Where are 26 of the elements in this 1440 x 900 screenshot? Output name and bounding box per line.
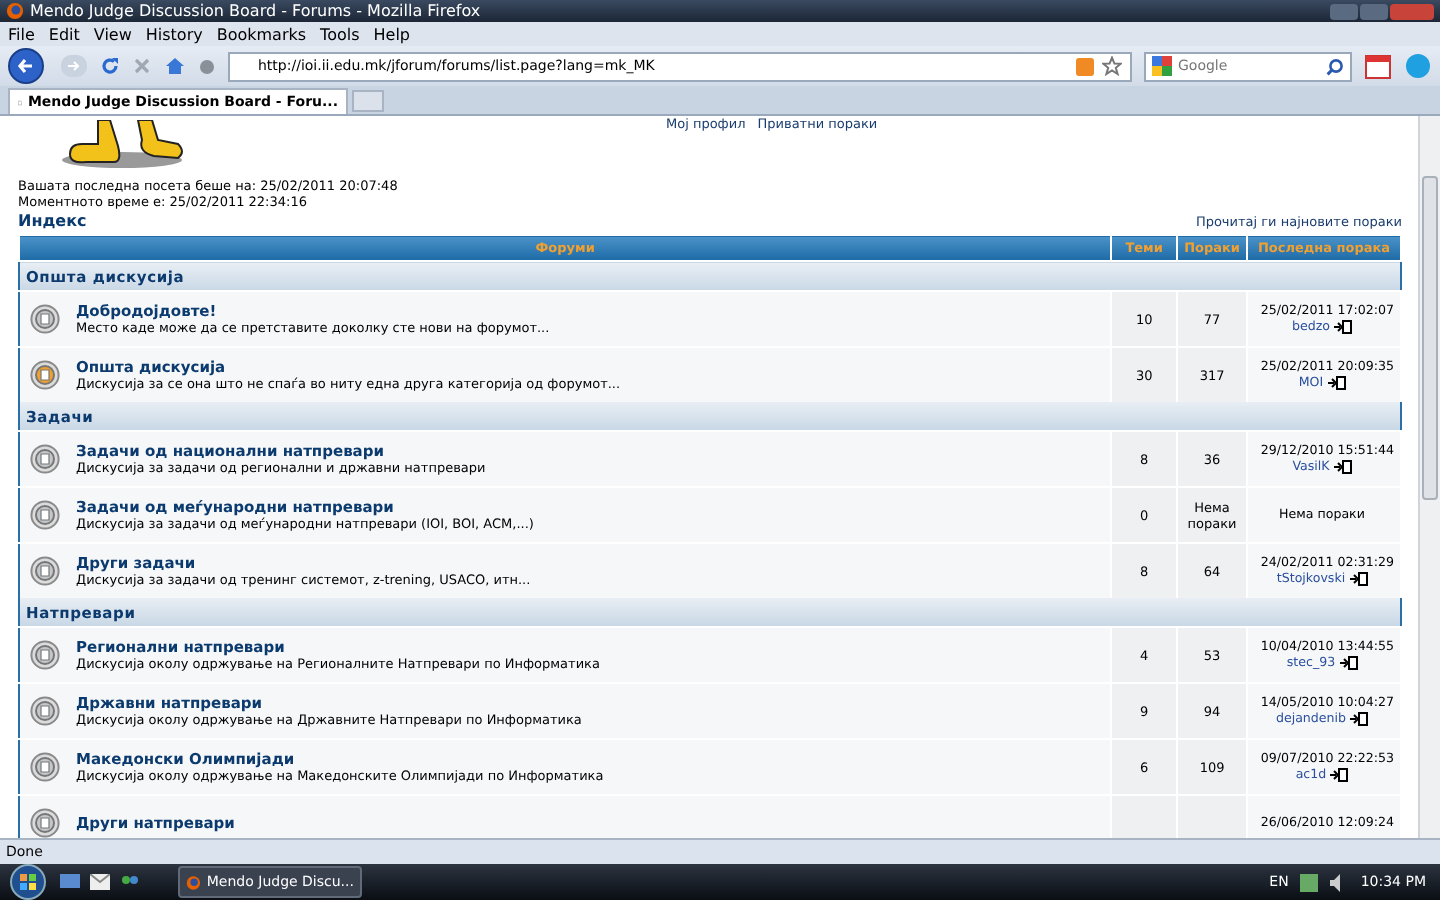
mail-icon[interactable]: [90, 874, 110, 890]
go-to-post-icon[interactable]: [1327, 376, 1346, 390]
menu-item[interactable]: View: [93, 25, 132, 43]
menu-item[interactable]: Tools: [320, 25, 360, 43]
menu-item[interactable]: Bookmarks: [216, 25, 307, 43]
go-to-post-icon[interactable]: [1330, 768, 1349, 782]
go-to-post-icon[interactable]: [1333, 460, 1352, 474]
reload-icon[interactable]: [100, 56, 120, 76]
scrollbar[interactable]: [1418, 116, 1440, 838]
go-to-post-icon[interactable]: [1334, 320, 1353, 334]
go-to-post-icon[interactable]: [1350, 712, 1369, 726]
go-to-post-icon[interactable]: [1339, 656, 1358, 670]
search-icon[interactable]: [1326, 57, 1344, 75]
calendar-icon[interactable]: [1364, 52, 1392, 80]
star-icon[interactable]: [1102, 56, 1122, 76]
breadcrumb-link[interactable]: Индекс: [18, 212, 87, 230]
go-to-post-icon[interactable]: [1349, 572, 1368, 586]
menu-item[interactable]: History: [145, 25, 203, 43]
start-button[interactable]: [6, 864, 50, 900]
back-button[interactable]: [8, 48, 48, 84]
menu-item[interactable]: Help: [373, 25, 411, 43]
desktop-icon[interactable]: [60, 873, 80, 891]
window-title: Mendo Judge Discussion Board - Forums - Mozilla Firefox: [30, 2, 483, 20]
home-icon[interactable]: [164, 56, 186, 76]
menu-item[interactable]: Edit: [48, 25, 80, 43]
menu-item[interactable]: File: [8, 25, 35, 43]
